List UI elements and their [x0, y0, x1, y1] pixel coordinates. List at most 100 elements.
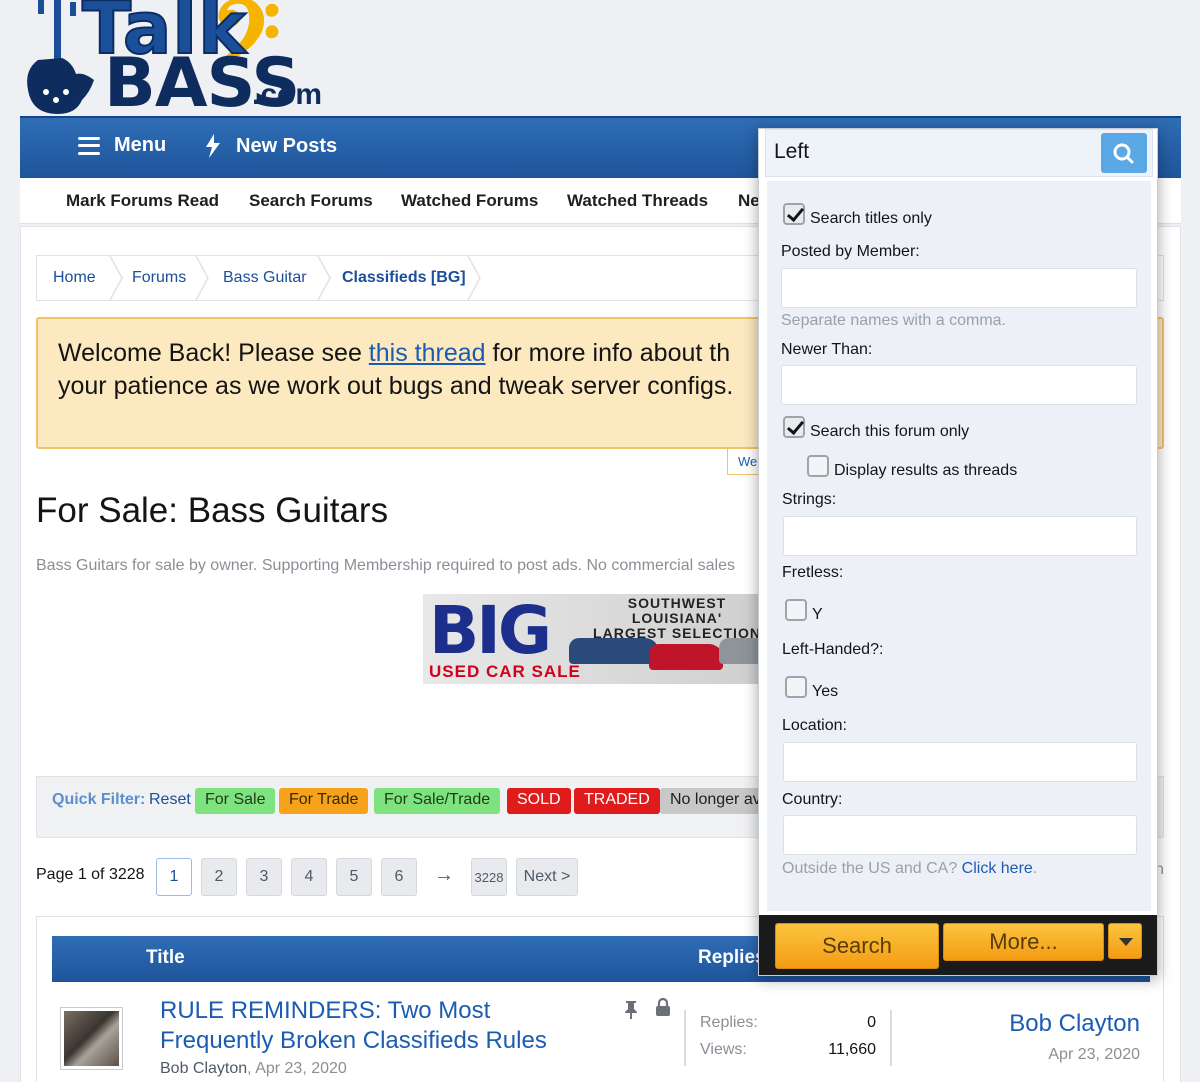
page-button-6[interactable]: 6	[381, 858, 417, 896]
posted-by-label: Posted by Member:	[781, 243, 920, 260]
ad-banner[interactable]: BIG USED CAR SALE SOUTHWEST LOUISIANA' L…	[423, 594, 763, 684]
thread-start-date[interactable]: Apr 23, 2020	[255, 1060, 347, 1077]
search-submit-button[interactable]	[1101, 133, 1147, 173]
search-titles-only-label[interactable]: Search titles only	[810, 210, 932, 228]
title-column-header[interactable]: Title	[146, 947, 185, 969]
last-post-date-link[interactable]: Apr 23, 2020	[1048, 1046, 1140, 1064]
logo-com: .com	[252, 78, 323, 111]
ad-tagline-1: SOUTHWEST LOUISIANA'	[627, 595, 727, 626]
chevron-right-icon	[195, 256, 209, 300]
views-label: Views:	[700, 1041, 747, 1058]
crumb-bass-guitar[interactable]: Bass Guitar	[223, 269, 307, 287]
filter-chip-for-sale-trade[interactable]: For Sale/Trade	[374, 788, 501, 814]
search-button[interactable]: Search	[775, 923, 939, 969]
filter-reset-link[interactable]: Reset	[149, 791, 191, 809]
more-button[interactable]: More...	[943, 923, 1104, 961]
filter-chip-sold[interactable]: SOLD	[507, 788, 571, 814]
mark-forums-read-link[interactable]: Mark Forums Read	[66, 191, 219, 211]
hint-period: .	[1032, 860, 1038, 877]
outside-us-text: Outside the US and CA?	[782, 860, 962, 877]
notice-line2: your patience as we work out bugs and tw…	[58, 372, 734, 400]
lightning-icon	[206, 134, 220, 158]
search-this-forum-only-label[interactable]: Search this forum only	[810, 423, 969, 441]
this-thread-link[interactable]: this thread	[369, 339, 486, 367]
country-input[interactable]	[783, 815, 1137, 855]
replies-label: Replies:	[700, 1014, 758, 1031]
strings-input[interactable]	[783, 516, 1137, 556]
page-button-4[interactable]: 4	[291, 858, 327, 896]
ad-car-image	[719, 638, 763, 664]
search-forums-link[interactable]: Search Forums	[249, 191, 373, 211]
watched-forums-link[interactable]: Watched Forums	[401, 191, 538, 211]
page-jump-arrow-icon[interactable]: →	[434, 864, 454, 887]
search-input[interactable]: Left	[765, 129, 1153, 177]
thread-meta: Bob Clayton, Apr 23, 2020	[160, 1060, 347, 1077]
search-dropdown: Left Search titles only Posted by Member…	[758, 128, 1158, 976]
ad-car-image	[649, 644, 723, 670]
search-icon	[1113, 143, 1134, 164]
site-logo[interactable]: 𝄢 Talk BASS .com	[24, 0, 334, 123]
chevron-right-icon	[317, 256, 331, 300]
thread-thumbnail[interactable]	[60, 1007, 123, 1070]
country-label: Country:	[782, 791, 843, 808]
replies-column-header[interactable]: Replies	[698, 947, 766, 969]
left-handed-label: Left-Handed?:	[782, 641, 884, 658]
page-description: Bass Guitars for sale by owner. Supporti…	[36, 557, 735, 574]
page-button-last[interactable]: 3228	[471, 858, 507, 896]
filter-chip-traded[interactable]: TRADED	[574, 788, 660, 814]
ad-used-car-sale: USED CAR SALE	[429, 662, 581, 681]
search-options: Search titles only Posted by Member: Sep…	[767, 181, 1151, 911]
click-here-link[interactable]: Click here	[962, 860, 1033, 877]
fretless-y-checkbox[interactable]	[785, 599, 807, 621]
hamburger-icon	[78, 136, 100, 155]
page-count-label: Page 1 of 3228	[36, 866, 145, 883]
filter-chip-for-sale[interactable]: For Sale	[195, 788, 276, 814]
left-handed-yes-label[interactable]: Yes	[812, 683, 838, 701]
next-page-button[interactable]: Next >	[516, 858, 578, 896]
views-count: 11,660	[828, 1041, 876, 1058]
filter-chip-no-longer-available[interactable]: No longer av	[660, 788, 771, 814]
display-as-threads-label[interactable]: Display results as threads	[834, 462, 1017, 480]
page-button-3[interactable]: 3	[246, 858, 282, 896]
chevron-down-icon[interactable]	[1108, 923, 1142, 959]
left-handed-yes-checkbox[interactable]	[785, 676, 807, 698]
ad-tagline: SOUTHWEST LOUISIANA' LARGEST SELECTION	[591, 596, 763, 641]
fretless-y-label[interactable]: Y	[812, 606, 823, 624]
posted-by-hint: Separate names with a comma.	[781, 312, 1006, 329]
notice-line1-start: Welcome Back! Please see	[58, 339, 369, 367]
page-button-5[interactable]: 5	[336, 858, 372, 896]
crumb-home[interactable]: Home	[53, 269, 96, 287]
newer-than-label: Newer Than:	[781, 341, 873, 358]
thread-stats: Replies: 0 Views: 11,660	[684, 1010, 892, 1066]
search-actions: Search More...	[759, 915, 1157, 975]
strings-label: Strings:	[782, 491, 837, 508]
outside-us-hint: Outside the US and CA? Click here.	[782, 860, 1037, 878]
watched-threads-link[interactable]: Watched Threads	[567, 191, 708, 211]
menu-button[interactable]: Menu	[78, 134, 166, 157]
page-button-1[interactable]: 1	[156, 858, 192, 896]
pin-icon	[625, 1001, 637, 1019]
last-post-user-link[interactable]: Bob Clayton	[1009, 1010, 1140, 1038]
menu-label: Menu	[114, 134, 167, 156]
newer-than-input[interactable]	[781, 365, 1137, 405]
chevron-right-icon	[467, 256, 481, 300]
display-as-threads-checkbox[interactable]	[807, 455, 829, 477]
notice-line1-end: for more info about th	[485, 339, 731, 367]
page-button-2[interactable]: 2	[201, 858, 237, 896]
new-posts-button[interactable]: New Posts	[204, 134, 337, 158]
posted-by-member-input[interactable]	[781, 268, 1137, 308]
thread-title-link[interactable]: RULE REMINDERS: Two Most Frequently Brok…	[160, 996, 610, 1056]
thread-author-link[interactable]: Bob Clayton	[160, 1060, 247, 1077]
new-link-truncated[interactable]: Ne	[738, 191, 760, 211]
ad-car-image	[569, 638, 659, 664]
search-this-forum-only-checkbox[interactable]	[783, 416, 805, 438]
location-input[interactable]	[783, 742, 1137, 782]
page-title: For Sale: Bass Guitars	[36, 491, 389, 530]
fretless-label: Fretless:	[782, 564, 844, 581]
lock-icon	[656, 998, 670, 1016]
crumb-classifieds[interactable]: Classifieds [BG]	[342, 269, 466, 287]
crumb-forums[interactable]: Forums	[132, 269, 186, 287]
search-titles-only-checkbox[interactable]	[783, 203, 805, 225]
filter-chip-for-trade[interactable]: For Trade	[279, 788, 369, 814]
location-label: Location:	[782, 717, 847, 734]
